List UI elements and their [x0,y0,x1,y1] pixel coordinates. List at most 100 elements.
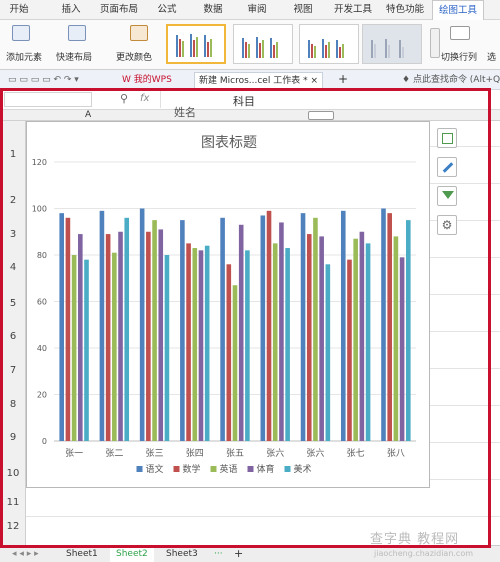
legend-label: 美术 [294,463,312,475]
tab-formulas[interactable]: 公式 [152,0,182,20]
row-number[interactable]: 2 [0,195,26,206]
bar-series [59,208,411,441]
bar [158,229,164,441]
chart-filter-icon[interactable] [437,186,457,206]
bar [192,248,198,441]
cell-b1[interactable]: 姓名 [174,104,196,120]
add-element-button[interactable]: 添加元素 [6,50,42,63]
bar [359,231,365,441]
row-number[interactable]: 6 [0,331,26,342]
tab-drawing-tools[interactable]: 绘图工具 [432,0,484,20]
row-number[interactable]: 1 [0,149,26,160]
command-search[interactable]: ♦ 点此查找命令 (Alt+Q) [398,72,500,90]
y-tick-label: 120 [32,158,47,167]
workbook-tab-label: 新建 Micros...cel 工作表 * [199,76,308,86]
x-tick-label: 张八 [387,448,405,459]
new-tab-button[interactable]: + [334,72,352,90]
my-wps-tab[interactable]: W 我的WPS [118,72,176,90]
more-sheets-button[interactable]: ··· [208,546,229,562]
tab-page-layout[interactable]: 页面布局 [96,0,142,20]
row-number[interactable]: 4 [0,262,26,273]
chart-elements-icon[interactable] [437,128,457,148]
bar [399,257,405,441]
bar [186,243,191,441]
quick-access-toolbar[interactable]: ▭ ▭ ▭ ▭ ↶ ↷ ▾ [4,72,83,90]
bar [405,220,411,441]
legend-label: 数学 [183,463,201,475]
legend-label: 体育 [257,463,275,475]
select-data-button[interactable]: 选 [487,50,496,63]
add-element-icon [12,25,30,41]
bar [226,264,232,441]
row-number[interactable]: 11 [0,497,26,508]
x-axis-ticks: 张一 张二 张三 张四 张五 张六 张六 张七 张八 [65,447,405,459]
function-fx-icon[interactable]: fx [140,93,149,104]
row-number[interactable]: 8 [0,399,26,410]
quick-layout-icon [68,25,86,41]
x-tick-label: 张六 [306,447,324,459]
sheet-tab[interactable]: Sheet1 [60,546,104,562]
bar [285,248,290,441]
legend-label: 英语 [220,463,238,475]
bar [347,259,352,441]
chart-style-thumbnail[interactable] [299,24,359,64]
x-tick-label: 张二 [105,448,123,459]
row-number[interactable]: 12 [0,521,26,532]
bar [353,238,358,441]
chart-top-handle[interactable] [308,111,334,120]
quick-layout-button[interactable]: 快速布局 [56,50,92,63]
change-color-button[interactable]: 更改颜色 [116,50,152,63]
tab-review[interactable]: 审阅 [242,0,272,20]
name-box[interactable] [4,92,92,107]
bar [118,231,123,441]
tab-insert[interactable]: 插入 [56,0,86,20]
row-number[interactable]: 9 [0,432,26,443]
tab-start[interactable]: 开始 [2,0,36,20]
bar [325,264,331,441]
bar [180,220,185,441]
bar [381,208,386,441]
bar [71,255,77,441]
chart-style-thumbnail[interactable] [362,24,422,64]
row-number[interactable]: 7 [0,365,26,376]
tab-data[interactable]: 数据 [198,0,228,20]
chart-settings-gear-icon[interactable]: ⚙ [437,215,457,235]
bar [198,250,204,441]
formula-input[interactable]: 科目 [160,91,490,108]
column-header: A 姓名 [0,106,500,121]
chart-legend: 语文 数学 英语 体育 美术 [136,463,312,475]
row-number[interactable]: 3 [0,229,26,240]
add-sheet-button[interactable]: + [228,546,249,562]
workbook-tab[interactable]: 新建 Micros...cel 工作表 * × [194,72,323,90]
sheet-tab[interactable]: Sheet2 [110,546,154,562]
row-number[interactable]: 5 [0,298,26,309]
column-chart: 图表标题 020406080100120 张一 张二 张三 张四 张五 张六 张六 张七 张八 … [32,135,416,475]
switch-row-col-button[interactable]: 切换行列 [441,50,477,63]
sheet-tab[interactable]: Sheet3 [160,546,204,562]
chart-title[interactable]: 图表标题 [201,135,257,151]
close-tab-icon[interactable]: × [310,76,318,86]
tab-special[interactable]: 特色功能 [382,0,428,20]
chart-style-brush-icon[interactable] [437,157,457,177]
bar [164,255,170,441]
y-tick-label: 60 [37,298,47,307]
style-gallery-scroll[interactable] [430,28,440,58]
sheet-nav-arrows[interactable]: ◂ ◂ ▸ ▸ [6,546,45,562]
watermark-url: jiaocheng.chazidian.com [374,549,474,558]
bar [232,285,238,441]
column-a-header[interactable]: A [85,110,91,121]
chart-area[interactable]: 图表标题 0 20 40 60 80 100 120 张一 张二 张三 张四 张五 张六 张六 张七 张八 … [26,121,430,488]
x-tick-label: 张七 [347,448,365,459]
chart-style-thumbnail[interactable] [233,24,293,64]
legend-swatch [247,466,254,472]
chart-style-thumbnail[interactable] [166,24,226,64]
zoom-icon[interactable]: ⚲ [120,92,128,105]
row-number[interactable]: 10 [0,468,26,479]
tab-view[interactable]: 视图 [288,0,318,20]
document-tab-bar: ▭ ▭ ▭ ▭ ↶ ↷ ▾ W 我的WPS 新建 Micros...cel 工作… [0,70,500,90]
bar [238,224,244,441]
ribbon-tab-bar: 开始 插入 页面布局 公式 数据 审阅 视图 开发工具 特色功能 绘图工具 [0,0,500,20]
tab-developer[interactable]: 开发工具 [330,0,376,20]
bar [146,231,151,441]
bar [365,243,371,441]
